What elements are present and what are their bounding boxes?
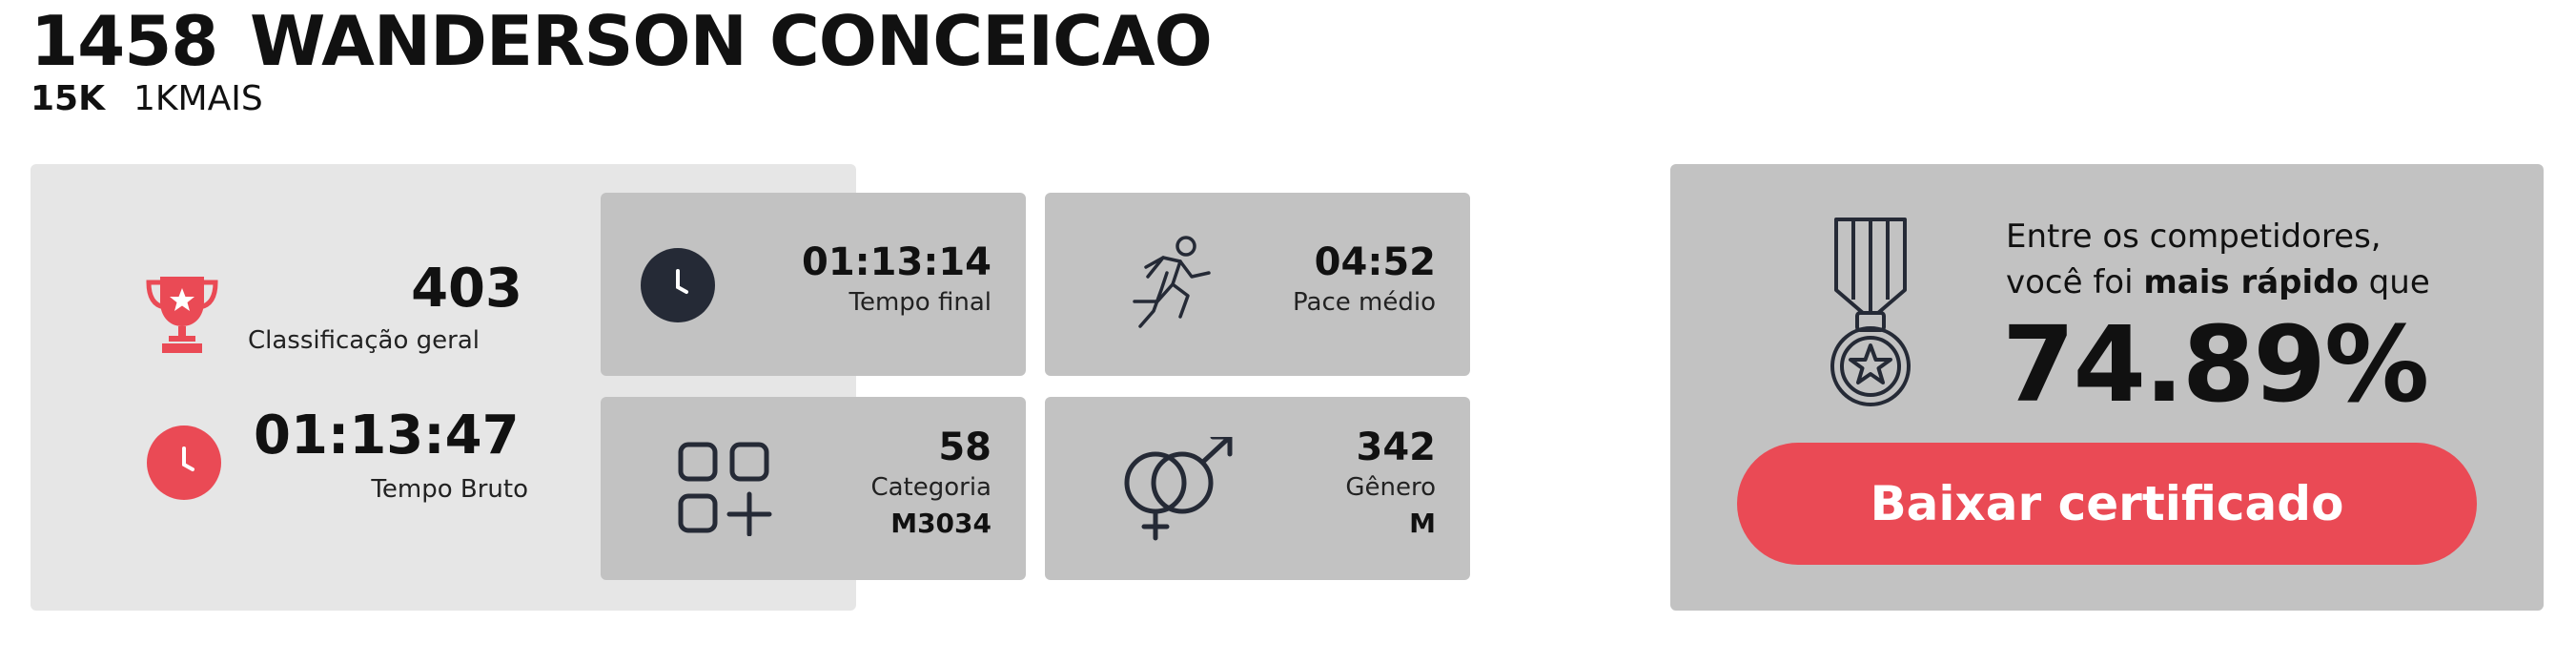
- pace-value: 04:52: [1314, 240, 1436, 284]
- trophy-icon: [143, 273, 221, 359]
- clock-icon: [147, 425, 221, 504]
- category-grid-icon: [677, 441, 772, 540]
- category-label: Categoria: [870, 473, 992, 502]
- final-time-label: Tempo final: [848, 288, 992, 317]
- gross-time-value: 01:13:47: [254, 405, 520, 467]
- clock-icon: [641, 248, 715, 326]
- category-rank-value: 58: [938, 425, 992, 469]
- category-card: 58 Categoria M3034: [601, 397, 1026, 580]
- event-name: 1KMAIS: [133, 79, 263, 118]
- gender-rank-value: 342: [1356, 425, 1437, 469]
- final-time-value: 01:13:14: [802, 240, 992, 284]
- gender-card: 342 Gênero M: [1045, 397, 1470, 580]
- summary-text-pre: você foi: [2006, 263, 2144, 301]
- faster-than-percent: 74.89%: [2002, 303, 2429, 425]
- summary-panel: Entre os competidores, você foi mais ráp…: [1670, 164, 2544, 611]
- category-name: M3034: [890, 508, 992, 539]
- final-time-card: 01:13:14 Tempo final: [601, 193, 1026, 376]
- summary-text-line2: você foi mais rápido que: [2006, 263, 2430, 301]
- gender-value: M: [1409, 508, 1436, 539]
- medal-icon: [1823, 216, 1918, 410]
- runner-icon: [1119, 235, 1215, 334]
- pace-card: 04:52 Pace médio: [1045, 193, 1470, 376]
- summary-text-post: que: [2358, 263, 2430, 301]
- gender-icon: [1121, 434, 1236, 546]
- bib-number: 1458: [31, 1, 218, 81]
- summary-text-line1: Entre os competidores,: [2006, 218, 2382, 256]
- pace-label: Pace médio: [1293, 288, 1436, 317]
- gender-label: Gênero: [1345, 473, 1436, 502]
- overall-rank-value: 403: [411, 258, 522, 320]
- race-distance: 15K: [31, 79, 105, 118]
- summary-text-bold: mais rápido: [2143, 263, 2359, 301]
- overall-rank-label: Classificação geral: [248, 326, 480, 355]
- download-certificate-button[interactable]: Baixar certificado: [1737, 443, 2477, 565]
- gross-time-label: Tempo Bruto: [371, 475, 528, 504]
- athlete-name: WANDERSON CONCEICAO: [250, 1, 1213, 81]
